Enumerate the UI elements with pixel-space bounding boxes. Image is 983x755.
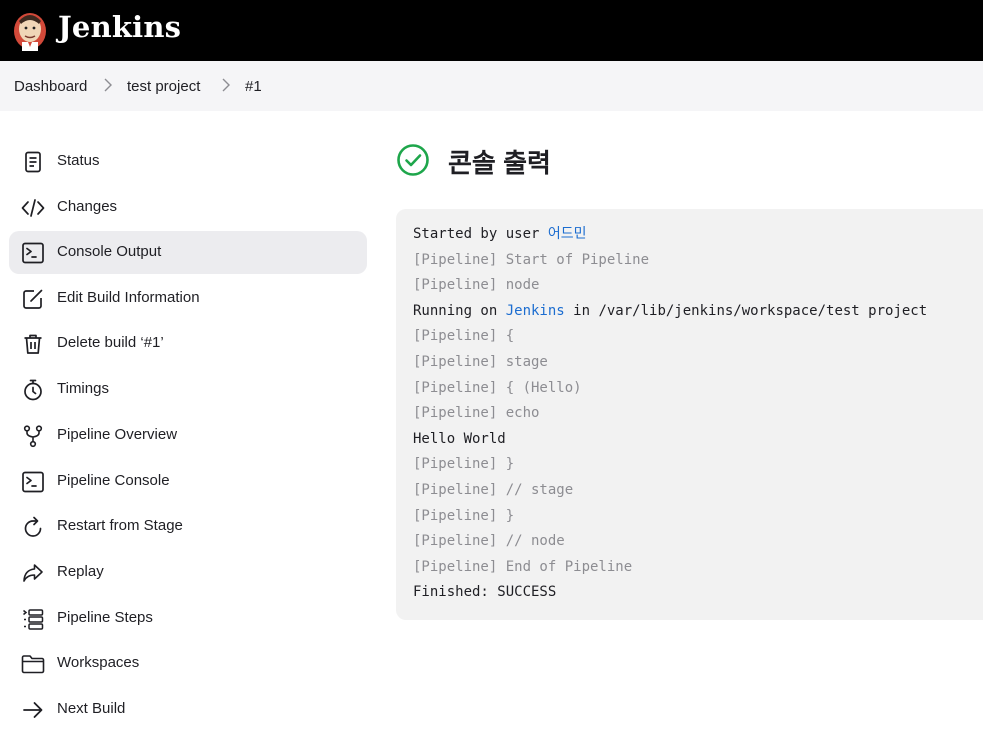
edit-icon: [21, 287, 45, 311]
console-line: [Pipeline] }: [413, 507, 515, 524]
console-line: [Pipeline] // stage: [413, 481, 574, 498]
breadcrumb: Dashboard test project #1: [0, 61, 983, 111]
breadcrumb-dashboard[interactable]: Dashboard: [14, 78, 87, 95]
sidebar-item-console-output[interactable]: Console Output: [9, 231, 367, 274]
sidebar-item-label: Replay: [57, 563, 104, 580]
arrow-right-icon: [21, 698, 45, 722]
code-icon: [21, 196, 45, 220]
console-line: [Pipeline] stage: [413, 353, 548, 370]
console-line: [Pipeline] }: [413, 456, 515, 473]
user-link[interactable]: 어드민: [548, 226, 587, 242]
chevron-right-icon: [221, 78, 231, 92]
success-check-icon: [396, 143, 430, 177]
chevron-right-icon: [103, 78, 113, 92]
sidebar-item-delete-build[interactable]: Delete build ‘#1’: [9, 322, 367, 365]
sidebar-item-workspaces[interactable]: Workspaces: [9, 642, 367, 685]
sidebar-item-label: Changes: [57, 198, 118, 215]
console-line: Finished: SUCCESS: [413, 584, 557, 601]
console-line: Started by user 어드민: [413, 222, 983, 248]
folder-icon: [21, 652, 45, 676]
sidebar-item-next-build[interactable]: Next Build: [9, 688, 367, 731]
console-line: Hello World: [413, 430, 506, 447]
console-text: Started by user: [413, 226, 548, 242]
sidebar-item-label: Next Build: [57, 700, 126, 717]
sidebar-item-label: Timings: [57, 380, 109, 397]
sidebar-item-timings[interactable]: Timings: [9, 368, 367, 411]
restart-icon: [21, 515, 45, 539]
branch-icon: [21, 424, 45, 448]
page-title: 콘솔 출력: [448, 148, 551, 178]
sidebar-item-label: Workspaces: [57, 654, 140, 671]
sidebar-item-label: Restart from Stage: [57, 517, 183, 534]
sidebar-item-status[interactable]: Status: [9, 140, 367, 183]
steps-icon: [21, 607, 45, 631]
node-link[interactable]: Jenkins: [506, 303, 565, 319]
console-line: [Pipeline] echo: [413, 405, 540, 422]
breadcrumb-project[interactable]: test project: [127, 78, 200, 95]
jenkins-logo[interactable]: [12, 7, 48, 53]
console-text: Running on: [413, 302, 506, 319]
console-output[interactable]: Started by user 어드민 [Pipeline] Start of …: [396, 209, 983, 620]
console-line: Running on Jenkins in /var/lib/jenkins/w…: [413, 299, 983, 325]
sidebar-item-edit-build-information[interactable]: Edit Build Information: [9, 277, 367, 320]
terminal-icon: [21, 241, 45, 265]
console-line: [Pipeline] Start of Pipeline: [413, 251, 650, 268]
sidebar-item-label: Pipeline Overview: [57, 426, 178, 443]
stopwatch-icon: [21, 378, 45, 402]
sidebar-item-pipeline-steps[interactable]: Pipeline Steps: [9, 597, 367, 640]
console-line: [Pipeline] node: [413, 277, 540, 294]
breadcrumb-build[interactable]: #1: [245, 78, 262, 95]
top-bar: Jenkins: [0, 0, 983, 61]
document-icon: [21, 150, 45, 174]
sidebar-item-label: Console Output: [57, 243, 162, 260]
console-text: in /var/lib/jenkins/workspace/test proje…: [564, 302, 928, 319]
sidebar-item-restart-from-stage[interactable]: Restart from Stage: [9, 505, 367, 548]
brand-name[interactable]: Jenkins: [58, 10, 181, 44]
trash-icon: [21, 332, 45, 356]
console-line: [Pipeline] { (Hello): [413, 379, 582, 396]
terminal-icon: [21, 470, 45, 494]
console-line: [Pipeline] {: [413, 328, 515, 345]
sidebar-item-pipeline-console[interactable]: Pipeline Console: [9, 460, 367, 503]
sidebar-item-label: Delete build ‘#1’: [57, 334, 164, 351]
sidebar-item-label: Pipeline Console: [57, 472, 170, 489]
replay-icon: [21, 561, 45, 585]
console-line: [Pipeline] // node: [413, 533, 565, 550]
sidebar-item-pipeline-overview[interactable]: Pipeline Overview: [9, 414, 367, 457]
sidebar-item-label: Edit Build Information: [57, 289, 200, 306]
sidebar-item-label: Status: [57, 152, 100, 169]
sidebar-item-label: Pipeline Steps: [57, 609, 153, 626]
sidebar-item-changes[interactable]: Changes: [9, 186, 367, 229]
sidebar-item-replay[interactable]: Replay: [9, 551, 367, 594]
console-line: [Pipeline] End of Pipeline: [413, 558, 633, 575]
